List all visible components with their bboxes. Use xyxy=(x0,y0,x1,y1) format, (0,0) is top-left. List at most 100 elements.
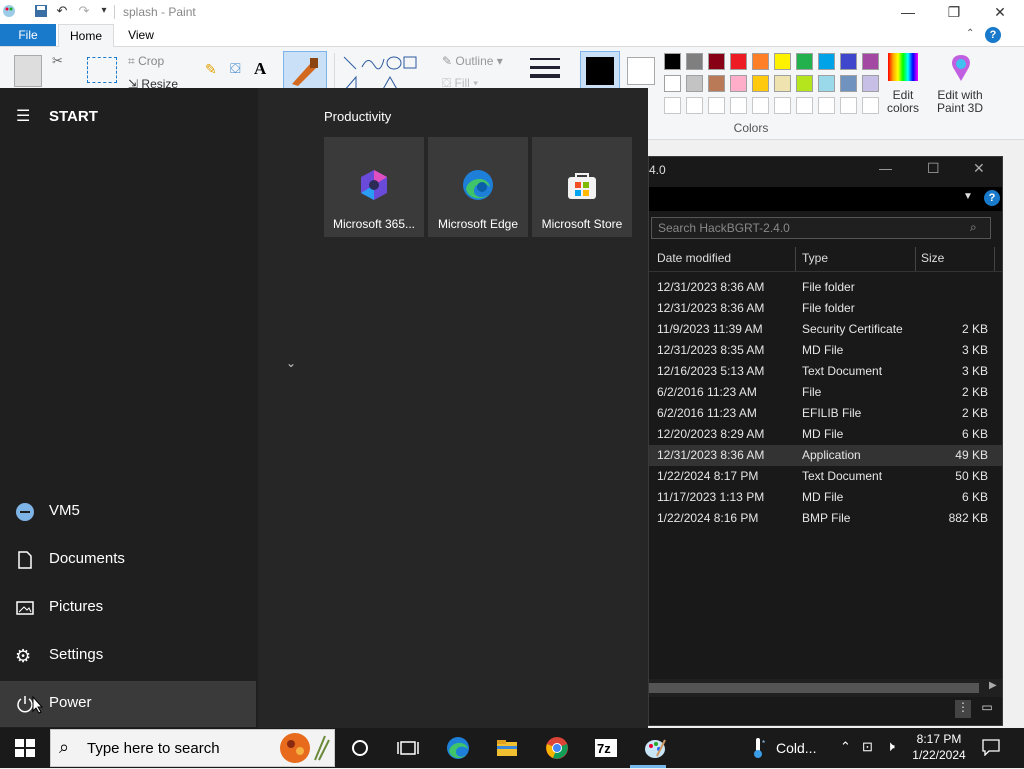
color-swatch[interactable] xyxy=(730,97,747,114)
edit-colors-icon[interactable] xyxy=(888,53,918,81)
color-swatch[interactable] xyxy=(664,97,681,114)
color-swatch[interactable] xyxy=(796,53,813,70)
tile-microsoft-365[interactable]: Microsoft 365... xyxy=(324,137,424,237)
color-swatch[interactable] xyxy=(686,53,703,70)
explorer-help-icon[interactable]: ? xyxy=(984,190,1000,206)
network-icon[interactable]: ⊡ xyxy=(862,739,873,755)
outline-button[interactable]: ✎ Outline ▾ xyxy=(442,54,503,68)
volume-muted-icon[interactable]: 🕨 xyxy=(886,738,895,755)
undo-icon[interactable]: ↶ xyxy=(55,4,69,18)
address-dropdown-icon[interactable]: ▼ xyxy=(963,191,973,202)
explorer-maximize-button[interactable]: ☐ xyxy=(927,160,940,177)
table-row[interactable]: 6/2/2016 11:23 AM File 2 KB xyxy=(649,382,1002,403)
cortana-icon[interactable] xyxy=(348,736,372,760)
7zip-taskbar-icon[interactable]: 7z xyxy=(594,736,618,760)
table-row[interactable]: 6/2/2016 11:23 AM EFILIB File 2 KB xyxy=(649,403,1002,424)
file-explorer-taskbar-icon[interactable] xyxy=(495,736,519,760)
group-title[interactable]: Productivity xyxy=(324,109,391,124)
table-row[interactable]: 11/9/2023 11:39 AM Security Certificate 2 … xyxy=(649,319,1002,340)
close-button[interactable]: ✕ xyxy=(977,2,1023,22)
start-nav-pictures[interactable]: Pictures xyxy=(0,585,256,631)
color-swatch[interactable] xyxy=(796,97,813,114)
horizontal-scrollbar[interactable]: ▶ xyxy=(649,679,1002,697)
explorer-close-button[interactable]: ✕ xyxy=(973,160,985,177)
table-row[interactable]: 12/20/2023 8:29 AM MD File 6 KB xyxy=(649,424,1002,445)
column-size[interactable]: Size xyxy=(921,251,944,265)
color-swatch[interactable] xyxy=(774,53,791,70)
color-swatch[interactable] xyxy=(752,53,769,70)
column-divider[interactable] xyxy=(915,247,916,271)
scrollbar-thumb[interactable] xyxy=(649,683,979,693)
color-swatch[interactable] xyxy=(730,75,747,92)
paste-icon[interactable] xyxy=(14,55,42,87)
color-swatch[interactable] xyxy=(686,75,703,92)
hamburger-menu-icon[interactable]: ☰ xyxy=(16,106,30,126)
color-swatch[interactable] xyxy=(708,75,725,92)
color2-swatch[interactable] xyxy=(627,57,655,85)
explorer-minimize-button[interactable]: — xyxy=(879,161,892,176)
column-divider[interactable] xyxy=(795,247,796,271)
scroll-right-icon[interactable]: ▶ xyxy=(989,680,997,691)
clock[interactable]: 8:17 PM 1/22/2024 xyxy=(908,731,970,763)
color-swatch[interactable] xyxy=(708,97,725,114)
edge-taskbar-icon[interactable] xyxy=(446,736,470,760)
maximize-button[interactable]: ❐ xyxy=(931,2,977,22)
start-nav-user[interactable]: VM5 xyxy=(0,489,256,535)
help-icon[interactable]: ? xyxy=(985,27,1001,43)
color-swatch[interactable] xyxy=(752,75,769,92)
windows-start-icon[interactable] xyxy=(13,736,37,760)
collapse-ribbon-icon[interactable]: ⌃ xyxy=(966,28,974,39)
tile-microsoft-edge[interactable]: Microsoft Edge xyxy=(428,137,528,237)
color-swatch[interactable] xyxy=(664,53,681,70)
notifications-icon[interactable] xyxy=(982,738,1000,759)
table-row[interactable]: 12/16/2023 5:13 AM Text Document 3 KB xyxy=(649,361,1002,382)
column-divider[interactable] xyxy=(994,247,995,271)
large-icons-view-icon[interactable]: ▭ xyxy=(979,700,995,718)
tile-microsoft-store[interactable]: Microsoft Store xyxy=(532,137,632,237)
brushes-button[interactable] xyxy=(283,51,327,93)
crop-button[interactable]: ⌗ Crop xyxy=(128,54,164,69)
details-view-icon[interactable]: ⋮ xyxy=(955,700,971,718)
pencil-icon[interactable]: ✎ xyxy=(205,61,217,78)
address-bar[interactable]: ▼ ? xyxy=(649,187,1002,211)
explorer-search-box[interactable]: Search HackBGRT-2.4.0 ⌕ xyxy=(651,217,991,239)
color-swatch[interactable] xyxy=(686,97,703,114)
save-icon[interactable] xyxy=(34,4,48,18)
redo-icon[interactable]: ↷ xyxy=(77,4,91,18)
taskbar-search-box[interactable]: ⌕ Type here to search xyxy=(50,729,335,767)
size-button[interactable] xyxy=(528,55,562,85)
show-hidden-icons-icon[interactable]: ⌃ xyxy=(840,739,851,755)
color1-button[interactable] xyxy=(580,51,620,91)
table-row[interactable]: 12/31/2023 8:35 AM MD File 3 KB xyxy=(649,340,1002,361)
group-expand-chevron-icon[interactable]: ⌄ xyxy=(286,356,296,370)
tab-view[interactable]: View xyxy=(118,24,164,46)
edit-with-paint3d-label[interactable]: Edit with Paint 3D xyxy=(930,89,990,115)
table-row[interactable]: 11/17/2023 1:13 PM MD File 6 KB xyxy=(649,487,1002,508)
color-swatch[interactable] xyxy=(774,75,791,92)
text-tool-icon[interactable]: A xyxy=(254,59,266,79)
fill-bucket-icon[interactable]: ⛋ xyxy=(230,60,241,77)
tab-home[interactable]: Home xyxy=(58,24,114,47)
cut-icon[interactable]: ✂ xyxy=(52,53,63,69)
color-swatch[interactable] xyxy=(840,97,857,114)
paint3d-icon[interactable] xyxy=(948,53,974,83)
weather-label[interactable]: Cold... xyxy=(776,740,816,756)
table-row[interactable]: 1/22/2024 8:16 PM BMP File 882 KB xyxy=(649,508,1002,529)
start-nav-power[interactable]: Power xyxy=(0,681,256,727)
weather-icon[interactable]: * xyxy=(746,736,770,760)
color-swatch[interactable] xyxy=(818,97,835,114)
table-row[interactable]: 12/31/2023 8:36 AM Application 49 KB xyxy=(649,445,1002,466)
color-swatch[interactable] xyxy=(840,75,857,92)
table-row[interactable]: 12/31/2023 8:36 AM File folder xyxy=(649,277,1002,298)
color-swatch[interactable] xyxy=(796,75,813,92)
table-row[interactable]: 12/31/2023 8:36 AM File folder xyxy=(649,298,1002,319)
color-swatch[interactable] xyxy=(840,53,857,70)
color-swatch[interactable] xyxy=(818,53,835,70)
color-swatch[interactable] xyxy=(818,75,835,92)
color-swatch[interactable] xyxy=(730,53,747,70)
chrome-taskbar-icon[interactable] xyxy=(545,736,569,760)
column-type[interactable]: Type xyxy=(802,251,828,265)
start-nav-settings[interactable]: ⚙ Settings xyxy=(0,633,256,679)
minimize-button[interactable]: — xyxy=(885,2,931,22)
color-swatch[interactable] xyxy=(862,75,879,92)
